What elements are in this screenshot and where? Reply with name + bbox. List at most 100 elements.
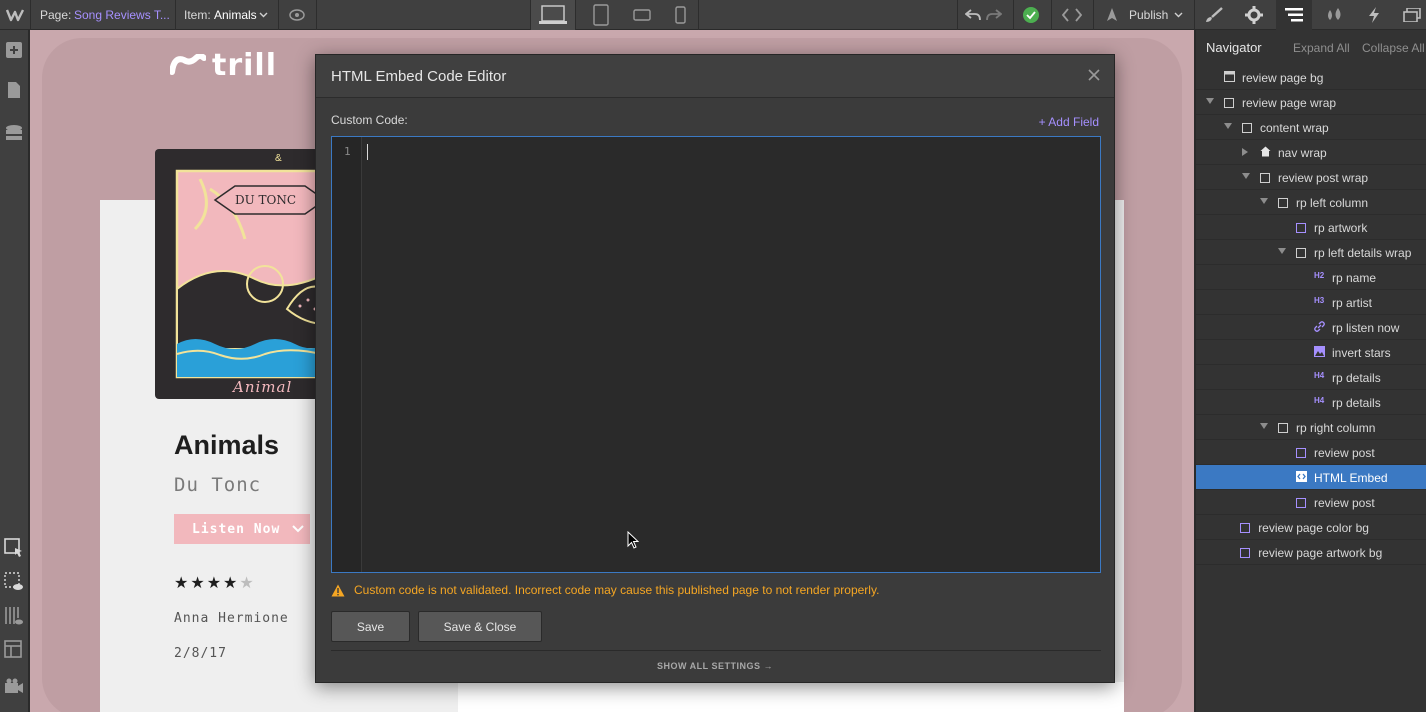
image-icon xyxy=(1314,346,1325,360)
chevron-down-icon xyxy=(292,525,304,533)
collapse-arrow-icon[interactable] xyxy=(1242,173,1250,179)
guides-icon[interactable] xyxy=(4,606,24,626)
trill-logo[interactable]: trill xyxy=(170,47,277,83)
save-button[interactable]: Save xyxy=(331,611,410,642)
lightning-icon[interactable] xyxy=(1357,0,1391,30)
collapse-arrow-icon[interactable] xyxy=(1260,423,1268,429)
warning-text: Custom code is not validated. Incorrect … xyxy=(354,583,880,597)
box-icon xyxy=(1296,248,1306,258)
line-number: 1 xyxy=(344,145,351,158)
navigator-item[interactable]: rp listen now xyxy=(1196,315,1426,340)
navigator-item-label: rp artist xyxy=(1332,296,1373,310)
expand-all-link[interactable]: Expand All xyxy=(1293,41,1350,55)
navigator-item-label: rp left details wrap xyxy=(1314,246,1412,260)
collapse-arrow-icon[interactable] xyxy=(1278,248,1286,254)
video-icon[interactable] xyxy=(4,676,24,696)
save-and-close-button[interactable]: Save & Close xyxy=(418,611,542,642)
navigator-title: Navigator xyxy=(1206,40,1262,55)
add-field-link[interactable]: + Add Field xyxy=(1039,115,1099,129)
navigator-item-label: review page color bg xyxy=(1258,521,1369,535)
phone-icon[interactable] xyxy=(662,0,698,30)
collapse-all-link[interactable]: Collapse All xyxy=(1362,41,1425,55)
gear-icon[interactable] xyxy=(1237,0,1271,30)
tablet-icon[interactable] xyxy=(583,0,619,30)
box-icon xyxy=(1224,98,1234,108)
publish-button[interactable]: Publish xyxy=(1129,8,1168,22)
undo-icon[interactable] xyxy=(962,0,984,30)
navigator-item-label: review post xyxy=(1314,446,1375,460)
artist-name[interactable]: Du Tonc xyxy=(174,474,261,496)
navigator-item-label: rp details xyxy=(1332,396,1381,410)
navigator-item[interactable]: HTML Embed xyxy=(1196,465,1426,490)
h4-icon: H4 xyxy=(1314,396,1325,405)
navigator-item[interactable]: review page color bg xyxy=(1196,515,1426,540)
navigator-item[interactable]: H3 rp artist xyxy=(1196,290,1426,315)
navigator-item[interactable]: rp artwork xyxy=(1196,215,1426,240)
logo-text: trill xyxy=(212,47,277,83)
preview-hidden-icon[interactable] xyxy=(4,572,24,592)
page-icon xyxy=(1224,71,1235,85)
code-editor[interactable]: 1 xyxy=(331,136,1101,573)
navigator-item[interactable]: review post wrap xyxy=(1196,165,1426,190)
navigator-item-label: review page bg xyxy=(1242,71,1324,85)
close-icon[interactable] xyxy=(1088,69,1100,81)
box-icon xyxy=(1242,123,1252,133)
navigator-item[interactable]: review post xyxy=(1196,440,1426,465)
song-title[interactable]: Animals xyxy=(174,430,279,461)
navigator-item[interactable]: rp left details wrap xyxy=(1196,240,1426,265)
navigator-item[interactable]: H4 rp details xyxy=(1196,390,1426,415)
expand-arrow-icon[interactable] xyxy=(1242,148,1248,156)
select-element-icon[interactable] xyxy=(4,538,24,558)
collapse-arrow-icon[interactable] xyxy=(1206,98,1214,104)
warning-row: Custom code is not validated. Incorrect … xyxy=(331,582,879,598)
webflow-logo-icon[interactable] xyxy=(0,0,30,30)
navigator-item-label: rp left column xyxy=(1296,196,1369,210)
navigator-item[interactable]: review page bg xyxy=(1196,65,1426,90)
publish-rocket-icon[interactable] xyxy=(1102,0,1122,30)
desktop-icon[interactable] xyxy=(531,0,575,30)
navigator-item[interactable]: review page wrap xyxy=(1196,90,1426,115)
preview-eye-icon[interactable] xyxy=(282,0,312,30)
chevron-down-icon[interactable] xyxy=(258,0,268,30)
navigator-item[interactable]: rp left column xyxy=(1196,190,1426,215)
navigator-item-label: review page wrap xyxy=(1242,96,1337,110)
album-artwork[interactable]: DU TONC Animal & xyxy=(155,149,325,399)
listen-now-button[interactable]: Listen Now xyxy=(174,514,310,544)
show-all-settings-link[interactable]: SHOW ALL SETTINGS → xyxy=(316,661,1114,671)
redo-icon[interactable] xyxy=(983,0,1005,30)
page-selector[interactable]: Song Reviews T... xyxy=(74,8,170,22)
add-icon[interactable] xyxy=(4,40,24,60)
item-selector[interactable]: Animals xyxy=(214,8,257,22)
chevron-down-icon[interactable] xyxy=(1173,0,1183,30)
dialog-header: HTML Embed Code Editor xyxy=(316,55,1114,98)
navigator-item[interactable]: rp right column xyxy=(1196,415,1426,440)
navigator-item-label: rp right column xyxy=(1296,421,1376,435)
cms-icon[interactable] xyxy=(4,124,24,144)
navigator-item-label: review post xyxy=(1314,496,1375,510)
collapse-arrow-icon[interactable] xyxy=(1260,198,1268,204)
navigator-item[interactable]: nav wrap xyxy=(1196,140,1426,165)
navigator-item[interactable]: review page artwork bg xyxy=(1196,540,1426,565)
pages-icon[interactable] xyxy=(4,80,24,100)
layout-icon[interactable] xyxy=(4,640,24,660)
assets-icon[interactable] xyxy=(1397,0,1426,30)
navigator-item[interactable]: invert stars xyxy=(1196,340,1426,365)
html-embed-code-editor-dialog: HTML Embed Code Editor Custom Code: + Ad… xyxy=(315,54,1115,683)
page-card-right xyxy=(458,682,1124,712)
landscape-phone-icon[interactable] xyxy=(624,0,660,30)
collapse-arrow-icon[interactable] xyxy=(1224,123,1232,129)
page-label: Page: xyxy=(40,8,72,22)
code-export-icon[interactable] xyxy=(1057,0,1087,30)
check-success-icon[interactable] xyxy=(1019,0,1043,30)
star-filled-icon: ★ xyxy=(174,575,189,592)
navigator-item[interactable]: review post xyxy=(1196,490,1426,515)
custom-code-label: Custom Code: xyxy=(331,113,408,127)
brush-icon[interactable] xyxy=(1197,0,1231,30)
drops-icon[interactable] xyxy=(1317,0,1351,30)
navigator-icon[interactable] xyxy=(1276,0,1312,30)
navigator-item[interactable]: H4 rp details xyxy=(1196,365,1426,390)
navigator-item[interactable]: content wrap xyxy=(1196,115,1426,140)
navigator-item[interactable]: H2 rp name xyxy=(1196,265,1426,290)
h3-icon: H3 xyxy=(1314,296,1325,305)
box-purple-icon xyxy=(1296,223,1306,233)
